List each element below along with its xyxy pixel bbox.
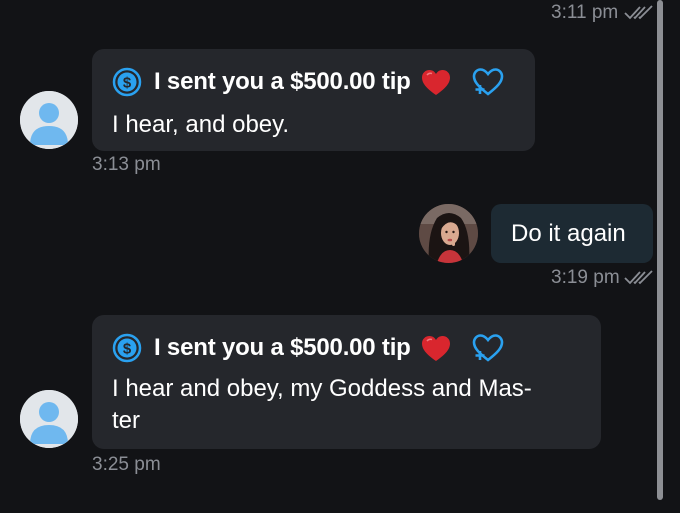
- tip-message-bubble[interactable]: $ I sent you a $500.00 tip I hear, and o…: [92, 49, 535, 151]
- scrollbar[interactable]: [657, 0, 663, 500]
- profile-photo-icon: [419, 204, 478, 263]
- dollar-circle-icon: $: [112, 67, 142, 97]
- message-timestamp: 3:13 pm: [92, 154, 161, 175]
- message-text-line-2: ter: [112, 407, 141, 434]
- red-heart-icon: [421, 69, 450, 95]
- outgoing-message-bubble[interactable]: Do it again: [491, 204, 653, 263]
- double-check-icon: [624, 5, 653, 20]
- message-timestamp: 3:11 pm: [551, 2, 619, 23]
- tip-amount-text: I sent you a $500.00 tip: [154, 334, 411, 361]
- heart-reaction-icon[interactable]: [469, 66, 505, 98]
- message-timestamp: 3:19 pm: [551, 267, 620, 288]
- chat-screen: 3:11 pm $ I sent you a $500.00 tip I hea…: [0, 0, 680, 513]
- message-text: Do it again: [511, 220, 626, 247]
- user-avatar[interactable]: [20, 390, 78, 448]
- tip-line: $ I sent you a $500.00 tip: [112, 333, 505, 363]
- message-text: I hear, and obey.: [112, 111, 290, 138]
- heart-reaction-icon[interactable]: [469, 332, 505, 364]
- creator-avatar[interactable]: [419, 204, 478, 263]
- tip-line: $ I sent you a $500.00 tip: [112, 67, 505, 97]
- default-user-avatar-icon: [20, 390, 78, 448]
- message-timestamp: 3:25 pm: [92, 454, 161, 475]
- default-user-avatar-icon: [20, 91, 78, 149]
- red-heart-icon: [421, 335, 450, 361]
- svg-text:$: $: [123, 75, 132, 92]
- tip-amount-text: I sent you a $500.00 tip: [154, 68, 411, 95]
- message-text-line-1: I hear and obey, my Goddess and Mas-: [112, 375, 532, 402]
- double-check-icon: [624, 270, 653, 285]
- dollar-circle-icon: $: [112, 333, 142, 363]
- user-avatar[interactable]: [20, 91, 78, 149]
- svg-text:$: $: [123, 341, 132, 358]
- tip-message-bubble[interactable]: $ I sent you a $500.00 tip I hear and ob…: [92, 315, 601, 449]
